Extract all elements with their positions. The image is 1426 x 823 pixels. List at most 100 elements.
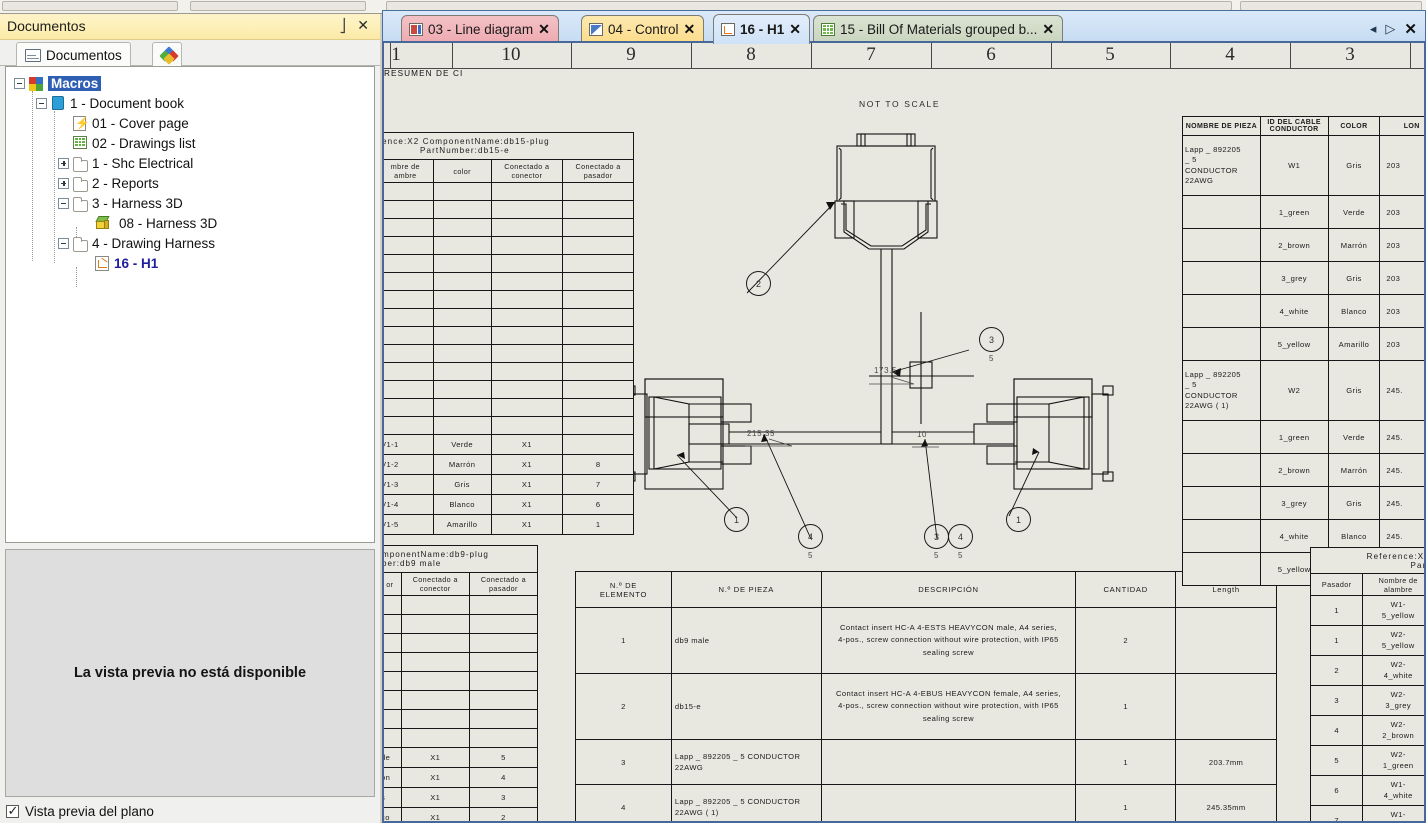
plan-preview-checkbox-row[interactable]: Vista previa del plano — [6, 803, 154, 819]
cable-summary-title: RESUMEN DE CI — [384, 69, 464, 78]
toolbar-group-1[interactable] — [2, 1, 178, 11]
plan-preview-checkbox-label: Vista previa del plano — [25, 804, 154, 819]
panel-tabstrip: Documentos — [0, 40, 380, 67]
table-cell — [384, 254, 434, 273]
close-icon[interactable]: ✕ — [1404, 20, 1417, 38]
plan-preview-checkbox[interactable] — [6, 803, 19, 819]
tree-item-harness-3d[interactable]: 08 - Harness 3D — [80, 213, 217, 233]
tree-item-macros[interactable]: Macros — [14, 73, 102, 93]
table-cell — [384, 272, 434, 291]
tree-item-label: 01 - Cover page — [92, 115, 189, 131]
balloon-callout[interactable]: 2 — [746, 271, 771, 296]
table-cell: Lapp _ 892205 _ 5 CONDUCTOR 22AWG — [670, 739, 822, 785]
table-cell — [1182, 294, 1261, 328]
table-row: 6 W1- 4_white — [1309, 775, 1424, 806]
triangle-right-icon[interactable]: ▷ — [1385, 22, 1395, 36]
balloon-callout[interactable]: 3 — [924, 524, 949, 549]
table-cable-summary[interactable]: NOMBRE DE PIEZA ID DEL CABLE CONDUCTOR COLO… — [1182, 116, 1424, 586]
table-cell — [384, 633, 402, 653]
book-icon — [50, 95, 66, 111]
table-cell: 4 — [468, 767, 539, 788]
tree-item-cover-page[interactable]: 01 - Cover page — [58, 113, 189, 133]
balloon-callout[interactable]: 1 — [724, 507, 749, 532]
table-cell — [432, 344, 492, 363]
table-cell: X1 — [490, 474, 564, 495]
bom-grid-icon — [821, 23, 835, 36]
dimension-label-1: 173.5 — [874, 366, 898, 375]
table-cell — [562, 254, 634, 273]
doc-tab-close-icon[interactable]: ✕ — [538, 21, 550, 38]
doc-tab-close-icon[interactable]: ✕ — [684, 21, 696, 38]
doc-tab-close-icon[interactable]: ✕ — [1042, 21, 1054, 38]
table-cell — [400, 728, 470, 748]
horizontal-ruler[interactable]: 1 10 9 8 7 6 5 4 3 — [384, 43, 1424, 69]
tree-item-harness-3d-folder[interactable]: 3 - Harness 3D — [58, 193, 183, 213]
table-row: V1-5 Amarillo X1 1 — [384, 514, 634, 535]
balloon-callout[interactable]: 3 — [979, 327, 1004, 352]
doc-tab-control[interactable]: 04 - Control ✕ — [581, 15, 705, 43]
tree-item-shc-electrical[interactable]: 1 - Shc Electrical — [58, 153, 193, 173]
table-cell: s — [384, 787, 402, 808]
table-cell — [490, 416, 564, 435]
pin-icon[interactable]: ⎦ — [340, 18, 347, 34]
application-window: Documentos ⎦ ✕ Documentos Macros 1 - Doc… — [0, 0, 1426, 823]
expander-icon[interactable] — [58, 237, 69, 249]
table-row — [384, 344, 634, 363]
tree-item-reports[interactable]: 2 - Reports — [58, 173, 159, 193]
tab-components[interactable] — [152, 42, 182, 67]
table-header-cell: NOMBRE DE PIEZA — [1182, 116, 1261, 136]
line-diagram-icon — [409, 23, 423, 36]
table-cell — [562, 344, 634, 363]
drawing-sheet[interactable]: NOT TO SCALE 173.5 215.35 10 2 3 5 1 4 5… — [384, 69, 1424, 821]
table-reference-x2[interactable]: ence:X2 ComponentName:db15-plug PartNumbe… — [384, 132, 634, 535]
tree-item-document-book[interactable]: 1 - Document book — [36, 93, 184, 113]
ruler-label: 7 — [866, 44, 876, 65]
table-row — [384, 595, 539, 615]
table-cell: V1-2 — [384, 454, 434, 475]
expander-icon[interactable] — [58, 197, 69, 209]
table-row: 3_grey Gris 203 — [1182, 261, 1424, 295]
table-cell: Blanco — [432, 494, 492, 515]
table-row: 4_white Blanco 203 — [1182, 294, 1424, 328]
balloon-callout[interactable]: 4 — [798, 524, 823, 549]
table-cell — [384, 614, 402, 634]
expander-icon[interactable] — [58, 177, 69, 189]
table-header-cell: DESCRIPCIÓN — [820, 571, 1077, 608]
table-reference-x1[interactable]: Reference:X1PartPasadorNombre dealambre1… — [1309, 547, 1424, 821]
table-cell: Marrón — [1327, 453, 1381, 487]
table-cell: X1 — [400, 807, 470, 821]
expander-icon[interactable] — [36, 97, 47, 109]
balloon-callout[interactable]: 1 — [1006, 507, 1031, 532]
tree-item-drawings-list[interactable]: 02 - Drawings list — [58, 133, 196, 153]
table-cell — [562, 380, 634, 399]
toolbar-group-2[interactable] — [190, 1, 366, 11]
document-tree[interactable]: Macros 1 - Document book 01 - Cover page — [5, 66, 375, 543]
tab-documentos-label: Documentos — [46, 47, 122, 63]
expander-icon[interactable] — [14, 77, 25, 89]
tree-item-16-h1[interactable]: 16 - H1 — [80, 253, 158, 273]
table-cell — [490, 200, 564, 219]
doc-tab-bill-of-materials[interactable]: 15 - Bill Of Materials grouped b... ✕ — [813, 15, 1064, 43]
table-reference-db9[interactable]: mponentName:db9-plug ber:db9 male or Conect… — [384, 545, 539, 821]
table-row: 2 W2- 4_white — [1309, 655, 1424, 686]
doc-tab-16-h1[interactable]: 16 - H1 ✕ — [713, 14, 811, 44]
doc-tab-close-icon[interactable]: ✕ — [789, 21, 801, 38]
table-bill-of-materials[interactable]: N.º DE ELEMENTO N.º DE PIEZA DESCRIPCIÓN CAN… — [575, 571, 1277, 821]
balloon-callout[interactable]: 4 — [948, 524, 973, 549]
table-cell: 2_brown — [1259, 228, 1329, 262]
table-cell — [384, 398, 434, 417]
close-icon[interactable]: ✕ — [357, 17, 369, 33]
table-row: 2_brown Marrón 245. — [1182, 453, 1424, 487]
expander-icon[interactable] — [58, 157, 69, 169]
table-cell: 245. — [1379, 360, 1424, 421]
tab-documentos[interactable]: Documentos — [16, 42, 131, 67]
doc-tab-line-diagram[interactable]: 03 - Line diagram ✕ — [401, 15, 559, 43]
table-cell — [432, 416, 492, 435]
triangle-left-icon[interactable]: ◂ — [1370, 22, 1377, 36]
drawing-canvas[interactable]: 1 10 9 8 7 6 5 4 3 NOT TO SCALE 173.5 21… — [382, 41, 1426, 823]
table-row: 4 W2- 2_brown — [1309, 715, 1424, 746]
table-cell: W1- 5_yellow — [1362, 595, 1424, 626]
table-cell: 2_brown — [1259, 453, 1329, 487]
tree-item-drawing-harness[interactable]: 4 - Drawing Harness — [58, 233, 215, 253]
table-title-cell: Reference:X1Part — [1310, 547, 1424, 574]
